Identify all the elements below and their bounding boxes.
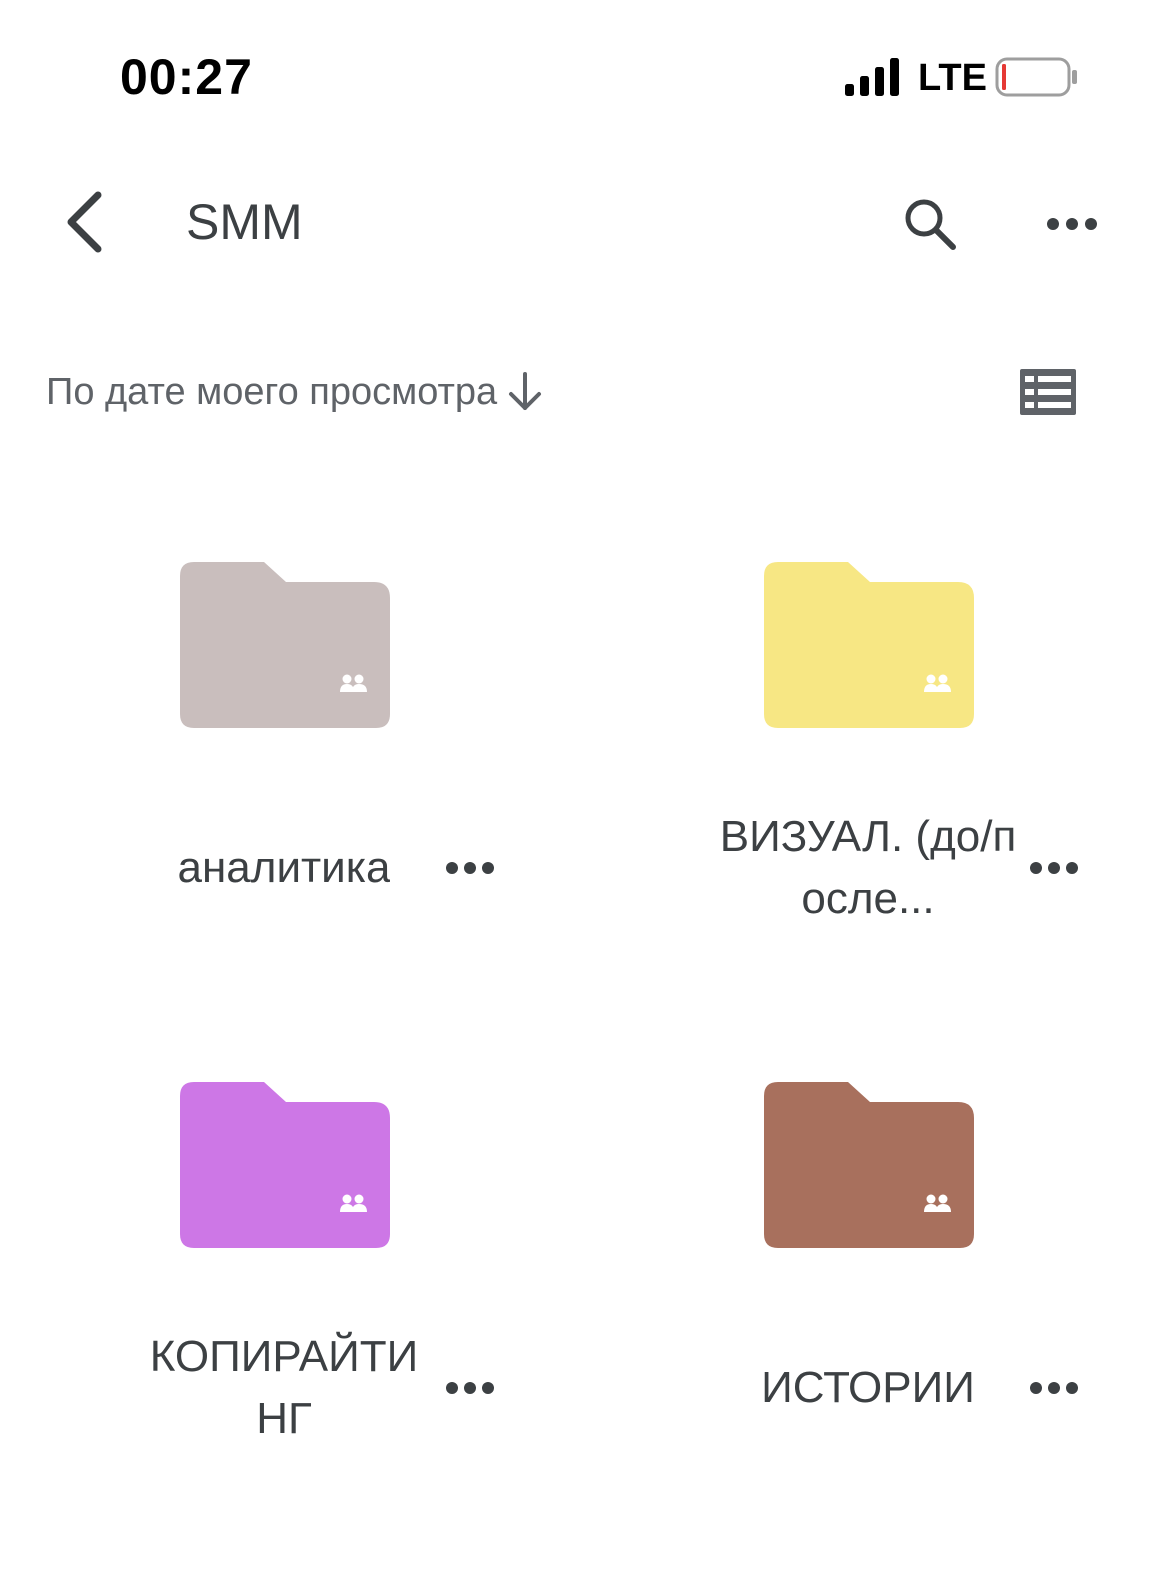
back-button[interactable] — [44, 180, 124, 264]
top-app-bar: SMM — [0, 160, 1170, 284]
folder-item[interactable]: ВИЗУАЛ. (до/после... — [584, 520, 1169, 1040]
sort-button[interactable]: По дате моего просмотра — [46, 360, 547, 424]
folder-more-button[interactable] — [1022, 1356, 1086, 1420]
search-icon — [905, 199, 956, 250]
folder-name: ИСТОРИИ — [761, 1363, 975, 1412]
folder-icon — [180, 1080, 392, 1250]
battery-icon — [995, 57, 1077, 97]
folder-more-button[interactable] — [438, 1356, 502, 1420]
more-horizontal-icon — [446, 1382, 494, 1394]
search-button[interactable] — [888, 182, 972, 266]
folder-item[interactable]: ИСТОРИИ — [584, 1040, 1169, 1560]
folder-icon — [764, 560, 976, 730]
chevron-left-icon — [67, 191, 102, 253]
arrow-down-icon — [509, 372, 542, 410]
more-horizontal-icon — [446, 862, 494, 874]
folder-name: КОПИРАЙТИНГ — [149, 1332, 419, 1443]
folder-icon — [180, 560, 392, 730]
folder-name: ВИЗУАЛ. (до/после... — [719, 812, 1017, 923]
folder-item[interactable]: КОПИРАЙТИНГ — [0, 1040, 585, 1560]
status-time: 00:27 — [120, 49, 253, 105]
page-title: SMM — [186, 194, 303, 250]
more-options-button[interactable] — [1030, 182, 1114, 266]
folder-name: аналитика — [177, 843, 391, 892]
more-horizontal-icon — [1030, 862, 1078, 874]
sort-label: По дате моего просмотра — [46, 371, 498, 413]
signal-icon — [845, 58, 899, 96]
folder-more-button[interactable] — [1022, 836, 1086, 900]
folder-icon — [764, 1080, 976, 1250]
status-bar: 00:27 LTE — [0, 0, 1170, 150]
network-label: LTE — [918, 57, 987, 99]
folder-more-button[interactable] — [438, 836, 502, 900]
battery-level — [1002, 64, 1006, 90]
list-view-icon — [1020, 369, 1076, 415]
more-horizontal-icon — [1030, 1382, 1078, 1394]
more-horizontal-icon — [1047, 218, 1097, 230]
folder-item[interactable]: аналитика — [0, 520, 585, 1040]
view-toggle-button[interactable] — [1010, 358, 1086, 426]
sort-row: По дате моего просмотра — [0, 350, 1170, 434]
